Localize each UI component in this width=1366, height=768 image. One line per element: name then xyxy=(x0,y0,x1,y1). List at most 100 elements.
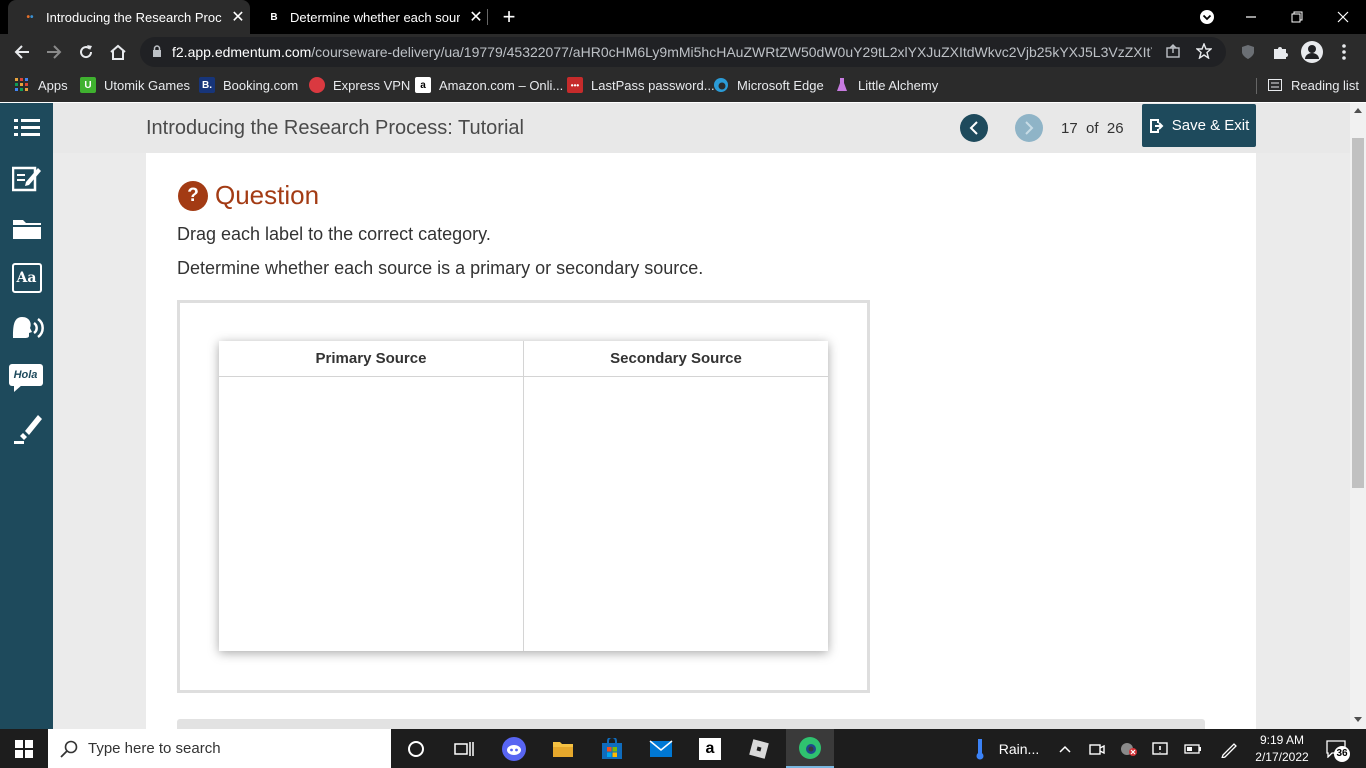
folder-icon[interactable] xyxy=(0,205,53,251)
cortana-icon[interactable] xyxy=(396,729,436,768)
file-explorer-icon[interactable] xyxy=(543,729,583,768)
address-bar[interactable]: f2.app.edmentum.com/courseware-delivery/… xyxy=(140,37,1226,67)
chevron-right-icon xyxy=(1025,121,1034,135)
bookmark-little-alchemy[interactable]: Little Alchemy xyxy=(834,70,938,100)
new-tab-button[interactable]: + xyxy=(496,4,522,30)
weather-text[interactable]: Rain... xyxy=(996,729,1042,768)
bookmark-edge[interactable]: Microsoft Edge xyxy=(713,70,824,100)
browser-tab-strip: •• Introducing the Research Process ✕ B … xyxy=(0,0,1366,34)
profile-avatar-icon[interactable] xyxy=(1296,34,1328,70)
url-host: f2.app.edmentum.com xyxy=(172,44,312,60)
close-window-icon[interactable] xyxy=(1320,0,1366,34)
restore-icon[interactable] xyxy=(1274,0,1320,34)
microsoft-store-icon[interactable] xyxy=(592,729,632,768)
reload-icon[interactable] xyxy=(70,34,102,70)
tray-chevron-up-icon[interactable] xyxy=(1054,729,1076,768)
question-panel: ? Question Drag each label to the correc… xyxy=(146,153,1256,729)
bookmark-expressvpn[interactable]: Express VPN xyxy=(309,70,410,100)
home-icon[interactable] xyxy=(102,34,134,70)
save-exit-label: Save & Exit xyxy=(1171,117,1250,134)
extensions-puzzle-icon[interactable] xyxy=(1264,34,1296,70)
amazon-icon: a xyxy=(415,77,431,93)
url-path: /courseware-delivery/ua/19779/45322077/a… xyxy=(311,44,1152,60)
notification-center-icon[interactable]: 36 xyxy=(1320,729,1352,768)
lesson-title: Introducing the Research Process: Tutori… xyxy=(146,117,524,139)
page-counter: 17 of 26 xyxy=(1061,120,1124,137)
reading-list-icon xyxy=(1267,77,1283,93)
bookmark-booking[interactable]: B. Booking.com xyxy=(199,70,298,100)
translate-icon[interactable]: Hola xyxy=(0,355,53,401)
forward-icon[interactable] xyxy=(38,34,70,70)
clock[interactable]: 9:19 AM 2/17/2022 xyxy=(1250,729,1314,768)
reading-list-button[interactable]: Reading list xyxy=(1267,70,1359,100)
clock-time: 9:19 AM xyxy=(1259,732,1305,747)
taskbar-search-box[interactable]: Type here to search xyxy=(48,729,391,768)
page-scrollbar[interactable] xyxy=(1350,103,1366,729)
share-icon[interactable] xyxy=(1166,43,1180,61)
highlighter-icon[interactable] xyxy=(0,405,53,451)
back-icon[interactable] xyxy=(6,34,38,70)
battery-icon[interactable] xyxy=(1182,729,1204,768)
edge-taskbar-icon[interactable] xyxy=(786,729,834,768)
task-view-icon[interactable] xyxy=(444,729,484,768)
tab-search-icon[interactable] xyxy=(1184,0,1230,34)
column-header-primary: Primary Source xyxy=(219,341,523,377)
booking-icon: B. xyxy=(199,77,215,93)
shield-extension-icon[interactable] xyxy=(1232,34,1264,70)
apps-grid-icon xyxy=(14,77,30,93)
amazon-taskbar-icon[interactable]: a xyxy=(690,729,730,768)
meet-now-icon[interactable] xyxy=(1086,729,1108,768)
bookmarks-divider xyxy=(1256,78,1257,94)
column-header-secondary: Secondary Source xyxy=(524,341,828,377)
search-placeholder: Type here to search xyxy=(88,740,221,757)
bookmark-utomik[interactable]: U Utomik Games xyxy=(80,70,190,100)
tool-sidebar: Aa Hola xyxy=(0,103,53,729)
bookmark-amazon[interactable]: a Amazon.com – Onli... xyxy=(415,70,563,100)
category-table: Primary Source Secondary Source xyxy=(219,341,828,651)
notes-icon[interactable] xyxy=(0,155,53,201)
text-to-speech-icon[interactable] xyxy=(0,305,53,351)
page-current: 17 xyxy=(1061,120,1078,137)
tab-research-process[interactable]: •• Introducing the Research Process ✕ xyxy=(8,0,250,34)
roblox-icon[interactable] xyxy=(739,729,779,768)
close-tab-icon[interactable]: ✕ xyxy=(466,7,486,27)
previous-page-button[interactable] xyxy=(960,114,988,142)
brainly-favicon-icon: B xyxy=(270,11,278,23)
translate-label: Hola xyxy=(8,364,43,386)
browser-menu-icon[interactable] xyxy=(1328,34,1360,70)
pen-icon[interactable] xyxy=(1218,729,1240,768)
list-icon[interactable] xyxy=(0,105,53,151)
scrollbar-thumb[interactable] xyxy=(1352,138,1364,488)
utomik-icon: U xyxy=(80,77,96,93)
bookmark-label: Utomik Games xyxy=(104,77,190,93)
tab-determine-source[interactable]: B Determine whether each source is ✕ xyxy=(252,0,488,34)
url-text: f2.app.edmentum.com/courseware-delivery/… xyxy=(172,44,1152,60)
dictionary-icon[interactable]: Aa xyxy=(0,255,53,301)
windows-start-icon[interactable] xyxy=(0,729,48,768)
bookmark-apps[interactable]: Apps xyxy=(14,70,68,100)
close-tab-icon[interactable]: ✕ xyxy=(228,7,248,27)
bookmark-lastpass[interactable]: ••• LastPass password... xyxy=(567,70,715,100)
drop-zone-secondary[interactable] xyxy=(524,377,828,651)
scroll-down-icon[interactable] xyxy=(1354,717,1362,722)
bookmark-label: Express VPN xyxy=(333,77,411,93)
save-exit-button[interactable]: Save & Exit xyxy=(1142,104,1256,147)
scroll-up-icon[interactable] xyxy=(1354,108,1362,113)
minimize-icon[interactable] xyxy=(1228,0,1274,34)
display-alert-icon[interactable] xyxy=(1150,729,1172,768)
mail-icon[interactable] xyxy=(641,729,681,768)
bookmark-star-icon[interactable] xyxy=(1195,41,1213,62)
tab-divider xyxy=(487,9,488,25)
security-alert-icon[interactable] xyxy=(1118,729,1140,768)
edmentum-favicon-icon: • • xyxy=(26,11,34,23)
question-heading: Question xyxy=(215,180,320,210)
speech-tail xyxy=(13,385,22,392)
drop-zone-primary[interactable] xyxy=(219,377,523,651)
next-page-button[interactable] xyxy=(1015,114,1043,142)
discord-icon[interactable] xyxy=(494,729,534,768)
dictionary-label: Aa xyxy=(11,263,42,293)
lastpass-icon: ••• xyxy=(567,77,583,93)
notification-count-badge: 36 xyxy=(1334,745,1350,762)
expressvpn-icon xyxy=(309,77,325,93)
weather-icon xyxy=(968,729,992,768)
